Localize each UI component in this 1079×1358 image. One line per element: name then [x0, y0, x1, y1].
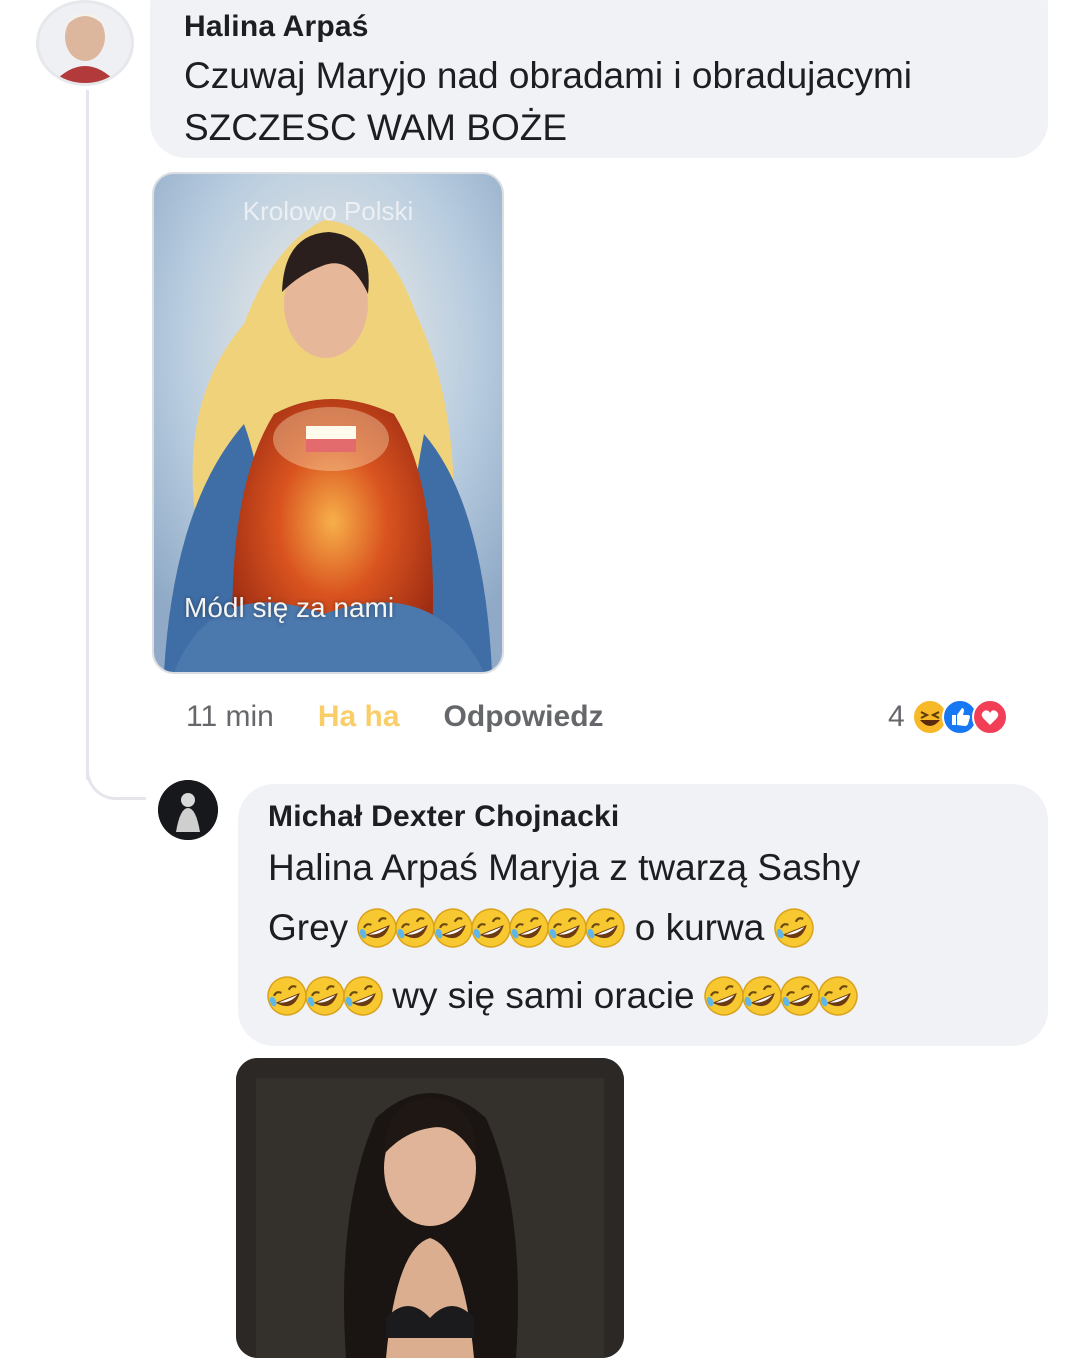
rofl-emoji	[341, 974, 385, 1018]
avatar[interactable]	[36, 0, 134, 86]
reply-text-line: Grey o kurwa	[268, 894, 1048, 962]
avatar[interactable]	[158, 780, 218, 840]
comment-text: Czuwaj Maryjo nad obradami i obradujacym…	[184, 50, 1048, 154]
reaction-summary[interactable]: 4	[888, 698, 1009, 736]
reply-text: Halina Arpaś Maryja z twarzą Sashy Grey …	[268, 842, 1048, 1030]
thread-connector-curve	[86, 745, 146, 800]
reply-bubble: Michał Dexter Chojnacki Halina Arpaś Mar…	[238, 784, 1048, 1046]
reply-text-fragment: wy się sami oracie	[392, 975, 695, 1016]
reply-author[interactable]: Michał Dexter Chojnacki	[268, 800, 1048, 834]
reply-text-fragment: o kurwa	[634, 907, 765, 948]
reaction-count: 4	[888, 700, 905, 733]
comment-image-attachment[interactable]: Krolowo Polski Módl się za nami	[152, 172, 504, 674]
image-caption-top: Krolowo Polski	[242, 196, 414, 226]
comment-author[interactable]: Halina Arpaś	[184, 10, 1048, 44]
love-icon	[971, 699, 1008, 735]
reply-text-line: Halina Arpaś Maryja z twarzą Sashy	[268, 847, 861, 888]
reply-text-line: wy się sami oracie	[268, 962, 1048, 1030]
comment-text-line: SZCZESC WAM BOŻE	[184, 107, 568, 148]
comment-actions: 11 min Ha ha Odpowiedz	[186, 700, 604, 734]
image-caption-bottom: Módl się za nami	[184, 592, 395, 623]
rofl-emoji	[583, 906, 627, 950]
reply-image-attachment[interactable]	[236, 1058, 624, 1358]
thread-connector-line	[86, 90, 89, 780]
comment-bubble: Halina Arpaś Czuwaj Maryjo nad obradami …	[150, 0, 1048, 158]
rofl-emoji	[816, 974, 860, 1018]
reply-text-fragment: Grey	[268, 907, 349, 948]
reply-button[interactable]: Odpowiedz	[444, 700, 604, 734]
comment-text-line: Czuwaj Maryjo nad obradami i obradujacym…	[184, 55, 912, 96]
comment-timestamp[interactable]: 11 min	[186, 700, 274, 734]
rofl-emoji	[772, 906, 816, 950]
reaction-button[interactable]: Ha ha	[318, 700, 400, 734]
